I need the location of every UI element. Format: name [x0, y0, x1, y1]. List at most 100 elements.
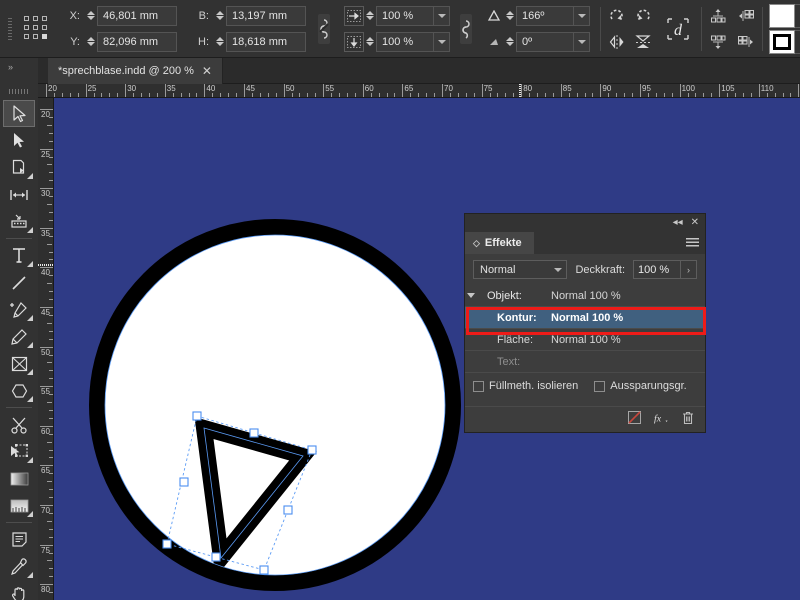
y-position-field[interactable]: Y: 82,096 mm — [64, 31, 177, 53]
effects-level-flaeche[interactable]: Fläche: Normal 100 % — [465, 329, 705, 351]
isolate-blending-checkbox[interactable] — [473, 380, 484, 392]
ruler-minor-tick — [267, 93, 269, 97]
height-value[interactable]: 18,618 mm — [226, 31, 306, 52]
pencil-tool[interactable] — [3, 323, 35, 350]
rotation-dropdown-icon[interactable] — [574, 31, 590, 52]
x-stepper[interactable] — [85, 7, 97, 25]
flip-horizontal-icon[interactable] — [607, 32, 627, 52]
horizontal-ruler[interactable]: 20 25 30 35 40 45 50 55 60 65 70 75 80 85 90 95 100 105 11… — [38, 84, 800, 98]
isolate-blending-option[interactable]: Füllmeth. isolieren — [473, 380, 578, 392]
document-tab[interactable]: *sprechblase.indd @ 200 % ✕ — [48, 58, 223, 84]
hand-tool[interactable] — [3, 580, 35, 600]
y-value[interactable]: 82,096 mm — [97, 31, 177, 52]
eyedropper-tool[interactable] — [3, 553, 35, 580]
fill-swatch[interactable] — [769, 3, 795, 28]
scale-y-stepper[interactable] — [364, 33, 376, 51]
rotation-value[interactable]: 0º — [516, 31, 574, 52]
width-field[interactable]: B: 13,197 mm — [193, 5, 306, 27]
align-left-icon[interactable] — [736, 6, 756, 26]
indesign-window: X: 46,801 mm Y: 82,096 mm B: 13,197 mm H… — [0, 0, 800, 600]
gradient-feather-tool[interactable] — [3, 492, 35, 519]
constrain-scale-icon[interactable] — [460, 13, 472, 44]
x-position-field[interactable]: X: 46,801 mm — [64, 5, 177, 27]
rotate-counterclockwise-icon[interactable] — [633, 6, 653, 26]
ruler-minor-tick — [49, 132, 53, 134]
shear-dropdown-icon[interactable] — [574, 5, 590, 26]
stroke-swatch[interactable] — [769, 29, 795, 54]
shape-tool[interactable] — [3, 377, 35, 404]
flip-vertical-icon[interactable] — [633, 32, 653, 52]
width-stepper[interactable] — [214, 7, 226, 25]
x-value[interactable]: 46,801 mm — [97, 5, 177, 26]
content-collector-tool[interactable] — [3, 208, 35, 235]
ruler-minor-tick — [69, 93, 71, 97]
scale-x-dropdown-icon[interactable] — [434, 5, 450, 26]
close-icon[interactable]: ✕ — [691, 218, 699, 228]
shear-value[interactable]: 166º — [516, 5, 574, 26]
effects-level-text[interactable]: Text: — [465, 351, 705, 373]
gradient-swatch-tool[interactable] — [3, 465, 35, 492]
selection-tool[interactable] — [3, 100, 35, 127]
scale-x-value[interactable]: 100 % — [376, 5, 434, 26]
opacity-value[interactable]: 100 % — [633, 260, 681, 279]
ruler-minor-tick — [790, 93, 792, 97]
y-stepper[interactable] — [85, 33, 97, 51]
ruler-major-tick — [46, 84, 47, 97]
frame-tool[interactable] — [3, 350, 35, 377]
free-transform-tool[interactable] — [3, 438, 35, 465]
blend-mode-select[interactable]: Normal — [473, 260, 568, 279]
line-tool[interactable] — [3, 269, 35, 296]
scale-x-stepper[interactable] — [364, 7, 376, 25]
rotation-field[interactable]: 0º — [484, 31, 590, 53]
knockout-group-checkbox[interactable] — [594, 380, 606, 392]
scale-y-value[interactable]: 100 % — [376, 31, 434, 52]
ruler-major-tick — [204, 84, 206, 97]
fx-icon[interactable]: fx — [654, 411, 668, 425]
scale-y-field[interactable]: 100 % — [344, 31, 450, 53]
align-bottom-icon[interactable] — [708, 32, 728, 52]
collapse-icon[interactable]: ◂◂ — [673, 218, 683, 228]
align-right-icon[interactable] — [736, 32, 756, 52]
expand-panels-icon[interactable]: » — [8, 62, 13, 72]
toolbar-drag-handle[interactable] — [0, 84, 38, 98]
ruler-minor-tick — [49, 172, 53, 174]
effects-panel-titlebar[interactable]: ◂◂ ✕ — [465, 214, 705, 232]
effects-level-kontur[interactable]: Kontur: Normal 100 % — [465, 307, 705, 329]
stroke-swatch-dropdown-icon[interactable]: › — [795, 29, 800, 54]
height-field[interactable]: H: 18,618 mm — [193, 31, 306, 53]
tab-effekte[interactable]: ◇ Effekte — [465, 232, 534, 254]
pen-tool[interactable] — [3, 296, 35, 323]
close-icon[interactable]: ✕ — [202, 65, 212, 77]
direct-selection-tool[interactable] — [3, 127, 35, 154]
height-stepper[interactable] — [214, 33, 226, 51]
clear-effects-icon[interactable] — [627, 411, 641, 425]
rotation-stepper[interactable] — [504, 33, 516, 51]
note-tool[interactable] — [3, 526, 35, 553]
control-bar-drag-handle[interactable] — [8, 18, 12, 40]
align-top-icon[interactable] — [708, 6, 728, 26]
scissors-tool[interactable] — [3, 411, 35, 438]
type-tool[interactable] — [3, 242, 35, 269]
scale-x-field[interactable]: 100 % — [344, 5, 450, 27]
rotate-clockwise-icon[interactable] — [607, 6, 627, 26]
page-tool[interactable] — [3, 154, 35, 181]
effects-level-objekt[interactable]: Objekt: Normal 100 % — [465, 285, 705, 307]
reference-point-proxy[interactable] — [24, 15, 50, 42]
fill-swatch-dropdown-icon[interactable]: › — [795, 3, 800, 28]
text-wrap-icon[interactable]: d — [661, 12, 695, 46]
shear-stepper[interactable] — [504, 7, 516, 25]
panel-menu-icon[interactable] — [686, 238, 699, 248]
ruler-minor-tick — [133, 93, 135, 97]
scale-y-dropdown-icon[interactable] — [434, 31, 450, 52]
effects-panel[interactable]: ◂◂ ✕ ◇ Effekte Normal Deckkraft: 100 % › — [464, 213, 706, 433]
opacity-slider-arrow-icon[interactable]: › — [681, 260, 697, 279]
ruler-minor-tick — [49, 449, 53, 451]
gap-tool[interactable] — [3, 181, 35, 208]
delete-icon[interactable] — [681, 411, 695, 425]
knockout-group-option[interactable]: Aussparungsgr. — [594, 380, 687, 392]
broken-chain-icon[interactable] — [318, 13, 330, 44]
chevron-down-icon[interactable] — [467, 293, 475, 298]
vertical-ruler[interactable]: 20 25 30 35 40 45 50 55 60 65 70 75 80 — [38, 98, 54, 600]
width-value[interactable]: 13,197 mm — [226, 5, 306, 26]
shear-field[interactable]: 166º — [484, 5, 590, 27]
